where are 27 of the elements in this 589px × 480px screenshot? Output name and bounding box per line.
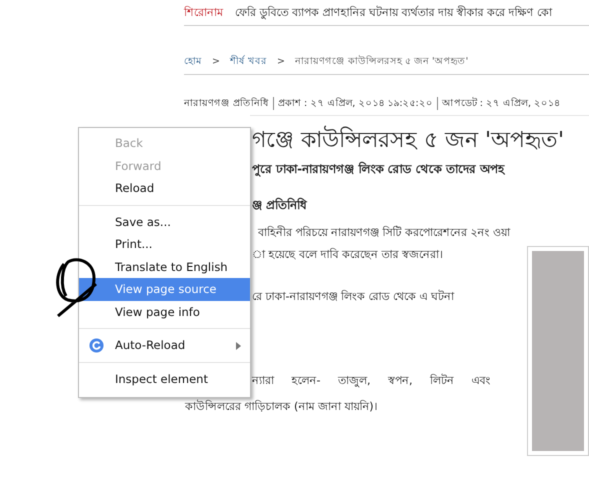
article-summary: পুরে ঢাকা-নারায়ণগঞ্জ লিংক রোড থেকে তাদের অপহ [252, 160, 506, 179]
breadcrumb-separator: > [212, 56, 220, 66]
ticker-label: শিরোনাম [184, 5, 223, 21]
menu-item[interactable]: View page source [79, 278, 250, 300]
breadcrumb-link[interactable]: নারায়ণগঞ্জে কাউন্সিলরসহ ৫ জন 'অপহৃত' [294, 54, 468, 68]
menu-item[interactable]: Print... [79, 233, 250, 256]
published-date: প্রকাশ : ২৭ এপ্রিল, ২০১৪ ১৯:২৫:২০ [278, 96, 433, 110]
byline-author: নারায়ণগঞ্জ প্রতিনিধি [184, 96, 270, 110]
updated-date: আপডেট : ২৭ এপ্রিল, ২০১৪ [442, 96, 560, 110]
paragraph-line: া হয়েছে বলে দাবি করেছেন তার স্বজনেরা। [252, 247, 444, 263]
paragraph-line: কাউন্সিলরের গাড়িচালক (নাম জানা যায়নি)। [185, 398, 379, 415]
breadcrumb-link[interactable]: শীর্ষ খবর [230, 54, 267, 68]
menu-item[interactable]: Reload [79, 177, 250, 200]
menu-item[interactable]: Translate to English [79, 256, 250, 278]
paragraph-line: বাহিনীর পরিচয়ে নারায়ণগঞ্জ সিটি করপোরেশনের ২নং ওয়া [256, 224, 512, 241]
reporter-name: ঞ্জ প্রতিনিধি [252, 196, 308, 214]
reload-icon [89, 338, 104, 353]
paragraph-line: রে ঢাকা-নারায়ণগঞ্জ লিংক রোড থেকে এ ঘটনা [252, 288, 456, 305]
menu-item[interactable]: Inspect element [79, 368, 250, 390]
breadcrumb-link[interactable]: হোম [184, 54, 202, 68]
menu-item[interactable]: View page info [79, 300, 250, 323]
menu-item[interactable]: Save as... [79, 210, 250, 233]
paragraph-line: ন্যারা হলেন- তাজুল, স্বপন, লিটন এবং [252, 372, 492, 390]
breadcrumb-separator: > [277, 56, 285, 66]
article-headline: গঞ্জে কাউন্সিলরসহ ৫ জন 'অপহৃত' [252, 122, 589, 152]
menu-item[interactable]: Auto-Reload [79, 334, 250, 356]
ticker-headline[interactable]: ফেরি ডুবিতে ব্যাপক প্রাণহানির ঘটনায় ব্যর্থতার দায় স্বীকার করে দক্ষিণ কো [235, 4, 552, 21]
